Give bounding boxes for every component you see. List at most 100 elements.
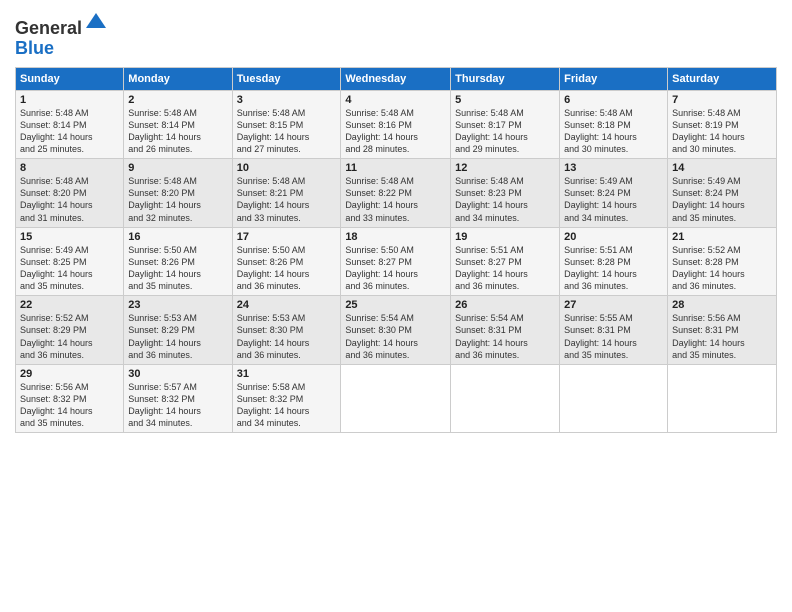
day-info: Sunrise: 5:48 AMSunset: 8:20 PMDaylight:… — [20, 175, 119, 224]
calendar-cell: 5Sunrise: 5:48 AMSunset: 8:17 PMDaylight… — [451, 90, 560, 159]
day-number: 30 — [128, 368, 227, 380]
header: General Blue — [15, 10, 777, 59]
calendar-cell: 20Sunrise: 5:51 AMSunset: 8:28 PMDayligh… — [560, 227, 668, 296]
day-number: 24 — [237, 299, 337, 311]
calendar-cell: 7Sunrise: 5:48 AMSunset: 8:19 PMDaylight… — [668, 90, 777, 159]
day-info: Sunrise: 5:54 AMSunset: 8:31 PMDaylight:… — [455, 312, 555, 361]
calendar-cell: 13Sunrise: 5:49 AMSunset: 8:24 PMDayligh… — [560, 159, 668, 228]
calendar-cell: 17Sunrise: 5:50 AMSunset: 8:26 PMDayligh… — [232, 227, 341, 296]
day-info: Sunrise: 5:50 AMSunset: 8:27 PMDaylight:… — [345, 244, 446, 293]
calendar-header-row: SundayMondayTuesdayWednesdayThursdayFrid… — [16, 67, 777, 90]
day-info: Sunrise: 5:48 AMSunset: 8:15 PMDaylight:… — [237, 107, 337, 156]
day-info: Sunrise: 5:48 AMSunset: 8:20 PMDaylight:… — [128, 175, 227, 224]
logo-blue: Blue — [15, 38, 54, 58]
day-info: Sunrise: 5:48 AMSunset: 8:17 PMDaylight:… — [455, 107, 555, 156]
day-number: 25 — [345, 299, 446, 311]
day-number: 9 — [128, 162, 227, 174]
day-number: 19 — [455, 231, 555, 243]
logo-text: General Blue — [15, 10, 108, 59]
day-info: Sunrise: 5:56 AMSunset: 8:32 PMDaylight:… — [20, 381, 119, 430]
day-info: Sunrise: 5:50 AMSunset: 8:26 PMDaylight:… — [237, 244, 337, 293]
day-info: Sunrise: 5:53 AMSunset: 8:30 PMDaylight:… — [237, 312, 337, 361]
day-info: Sunrise: 5:48 AMSunset: 8:22 PMDaylight:… — [345, 175, 446, 224]
calendar-cell: 26Sunrise: 5:54 AMSunset: 8:31 PMDayligh… — [451, 296, 560, 365]
calendar-week-1: 1Sunrise: 5:48 AMSunset: 8:14 PMDaylight… — [16, 90, 777, 159]
day-info: Sunrise: 5:48 AMSunset: 8:18 PMDaylight:… — [564, 107, 663, 156]
day-info: Sunrise: 5:48 AMSunset: 8:19 PMDaylight:… — [672, 107, 772, 156]
col-header-tuesday: Tuesday — [232, 67, 341, 90]
calendar-cell — [560, 364, 668, 433]
calendar-cell: 12Sunrise: 5:48 AMSunset: 8:23 PMDayligh… — [451, 159, 560, 228]
day-info: Sunrise: 5:52 AMSunset: 8:29 PMDaylight:… — [20, 312, 119, 361]
day-info: Sunrise: 5:49 AMSunset: 8:24 PMDaylight:… — [672, 175, 772, 224]
day-number: 12 — [455, 162, 555, 174]
page: General Blue SundayMondayTuesdayWednesda… — [0, 0, 792, 612]
day-number: 21 — [672, 231, 772, 243]
col-header-monday: Monday — [124, 67, 232, 90]
day-number: 20 — [564, 231, 663, 243]
calendar-cell: 27Sunrise: 5:55 AMSunset: 8:31 PMDayligh… — [560, 296, 668, 365]
day-number: 23 — [128, 299, 227, 311]
day-info: Sunrise: 5:57 AMSunset: 8:32 PMDaylight:… — [128, 381, 227, 430]
calendar-cell — [668, 364, 777, 433]
calendar-cell — [341, 364, 451, 433]
logo: General Blue — [15, 10, 108, 59]
calendar-cell: 19Sunrise: 5:51 AMSunset: 8:27 PMDayligh… — [451, 227, 560, 296]
day-number: 14 — [672, 162, 772, 174]
calendar-cell: 28Sunrise: 5:56 AMSunset: 8:31 PMDayligh… — [668, 296, 777, 365]
day-info: Sunrise: 5:48 AMSunset: 8:23 PMDaylight:… — [455, 175, 555, 224]
calendar-cell: 21Sunrise: 5:52 AMSunset: 8:28 PMDayligh… — [668, 227, 777, 296]
day-info: Sunrise: 5:58 AMSunset: 8:32 PMDaylight:… — [237, 381, 337, 430]
col-header-friday: Friday — [560, 67, 668, 90]
day-number: 6 — [564, 94, 663, 106]
day-number: 4 — [345, 94, 446, 106]
calendar-cell: 3Sunrise: 5:48 AMSunset: 8:15 PMDaylight… — [232, 90, 341, 159]
day-number: 26 — [455, 299, 555, 311]
calendar-cell: 11Sunrise: 5:48 AMSunset: 8:22 PMDayligh… — [341, 159, 451, 228]
day-info: Sunrise: 5:54 AMSunset: 8:30 PMDaylight:… — [345, 312, 446, 361]
day-info: Sunrise: 5:52 AMSunset: 8:28 PMDaylight:… — [672, 244, 772, 293]
calendar-cell: 16Sunrise: 5:50 AMSunset: 8:26 PMDayligh… — [124, 227, 232, 296]
day-number: 8 — [20, 162, 119, 174]
calendar-cell: 6Sunrise: 5:48 AMSunset: 8:18 PMDaylight… — [560, 90, 668, 159]
calendar-cell: 18Sunrise: 5:50 AMSunset: 8:27 PMDayligh… — [341, 227, 451, 296]
day-info: Sunrise: 5:48 AMSunset: 8:14 PMDaylight:… — [20, 107, 119, 156]
day-number: 7 — [672, 94, 772, 106]
calendar-cell: 9Sunrise: 5:48 AMSunset: 8:20 PMDaylight… — [124, 159, 232, 228]
day-number: 1 — [20, 94, 119, 106]
calendar-cell: 2Sunrise: 5:48 AMSunset: 8:14 PMDaylight… — [124, 90, 232, 159]
calendar-cell: 4Sunrise: 5:48 AMSunset: 8:16 PMDaylight… — [341, 90, 451, 159]
day-number: 27 — [564, 299, 663, 311]
calendar-cell: 8Sunrise: 5:48 AMSunset: 8:20 PMDaylight… — [16, 159, 124, 228]
day-info: Sunrise: 5:55 AMSunset: 8:31 PMDaylight:… — [564, 312, 663, 361]
calendar-cell: 24Sunrise: 5:53 AMSunset: 8:30 PMDayligh… — [232, 296, 341, 365]
calendar-table: SundayMondayTuesdayWednesdayThursdayFrid… — [15, 67, 777, 434]
day-number: 10 — [237, 162, 337, 174]
logo-general: General — [15, 18, 82, 38]
day-number: 11 — [345, 162, 446, 174]
day-info: Sunrise: 5:49 AMSunset: 8:25 PMDaylight:… — [20, 244, 119, 293]
day-number: 18 — [345, 231, 446, 243]
calendar-cell: 14Sunrise: 5:49 AMSunset: 8:24 PMDayligh… — [668, 159, 777, 228]
calendar-cell: 30Sunrise: 5:57 AMSunset: 8:32 PMDayligh… — [124, 364, 232, 433]
calendar-cell: 29Sunrise: 5:56 AMSunset: 8:32 PMDayligh… — [16, 364, 124, 433]
day-info: Sunrise: 5:53 AMSunset: 8:29 PMDaylight:… — [128, 312, 227, 361]
calendar-cell: 22Sunrise: 5:52 AMSunset: 8:29 PMDayligh… — [16, 296, 124, 365]
day-info: Sunrise: 5:48 AMSunset: 8:16 PMDaylight:… — [345, 107, 446, 156]
day-number: 2 — [128, 94, 227, 106]
col-header-saturday: Saturday — [668, 67, 777, 90]
day-info: Sunrise: 5:48 AMSunset: 8:14 PMDaylight:… — [128, 107, 227, 156]
day-number: 16 — [128, 231, 227, 243]
logo-icon — [84, 10, 108, 34]
day-number: 29 — [20, 368, 119, 380]
calendar-cell: 15Sunrise: 5:49 AMSunset: 8:25 PMDayligh… — [16, 227, 124, 296]
calendar-cell: 23Sunrise: 5:53 AMSunset: 8:29 PMDayligh… — [124, 296, 232, 365]
calendar-cell: 31Sunrise: 5:58 AMSunset: 8:32 PMDayligh… — [232, 364, 341, 433]
calendar-week-5: 29Sunrise: 5:56 AMSunset: 8:32 PMDayligh… — [16, 364, 777, 433]
col-header-sunday: Sunday — [16, 67, 124, 90]
day-number: 28 — [672, 299, 772, 311]
calendar-week-4: 22Sunrise: 5:52 AMSunset: 8:29 PMDayligh… — [16, 296, 777, 365]
day-number: 15 — [20, 231, 119, 243]
day-info: Sunrise: 5:48 AMSunset: 8:21 PMDaylight:… — [237, 175, 337, 224]
calendar-cell: 25Sunrise: 5:54 AMSunset: 8:30 PMDayligh… — [341, 296, 451, 365]
